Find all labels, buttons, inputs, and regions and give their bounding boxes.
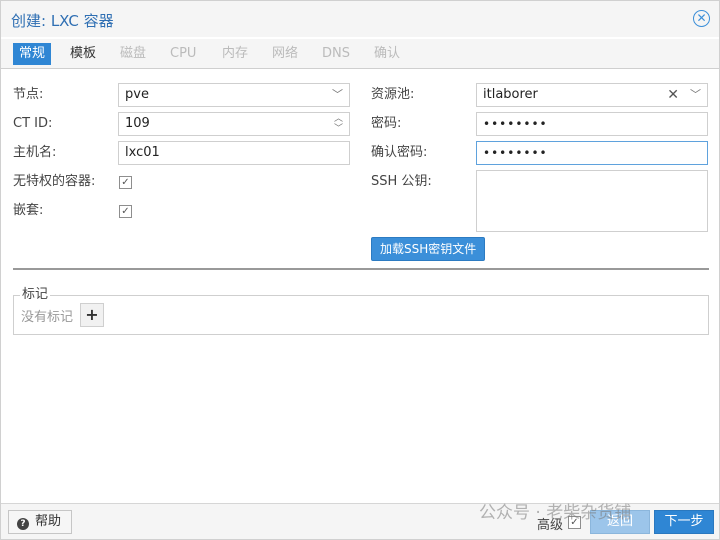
close-icon[interactable]: ✕	[693, 10, 710, 27]
confirm-password-input[interactable]: ••••••••	[476, 141, 708, 165]
pool-select[interactable]: itlaborer ✕ ﹀	[476, 83, 708, 107]
hostname-label: 主机名:	[13, 145, 57, 160]
password-value: ••••••••	[483, 117, 548, 131]
tab-disks[interactable]: 磁盘	[114, 43, 152, 65]
wizard-tabs: 常规 模板 磁盘 CPU 内存 网络 DNS 确认	[1, 39, 719, 69]
dialog-title: 创建: LXC 容器	[11, 12, 114, 30]
nesting-checkbox[interactable]: ✓	[119, 205, 132, 218]
tab-memory[interactable]: 内存	[216, 43, 254, 65]
help-label: 帮助	[35, 514, 62, 529]
pool-value: itlaborer	[483, 87, 538, 102]
node-value: pve	[125, 87, 149, 102]
pool-label: 资源池:	[371, 87, 415, 102]
confirm-password-label: 确认密码:	[371, 145, 428, 160]
node-label: 节点:	[13, 87, 44, 102]
create-lxc-dialog: 创建: LXC 容器 ✕ 常规 模板 磁盘 CPU 内存 网络 DNS 确认 节…	[0, 0, 720, 540]
nesting-label: 嵌套:	[13, 203, 44, 218]
help-button[interactable]: ? 帮助	[8, 510, 73, 534]
password-label: 密码:	[371, 116, 402, 131]
confirm-password-value: ••••••••	[483, 146, 548, 160]
tab-dns[interactable]: DNS	[316, 43, 356, 65]
plus-icon: +	[85, 305, 99, 324]
title-bar: 创建: LXC 容器 ✕	[1, 1, 719, 37]
password-input[interactable]: ••••••••	[476, 112, 708, 136]
ctid-label: CT ID:	[13, 116, 53, 131]
tags-legend: 标记	[20, 287, 51, 303]
chevron-down-icon[interactable]: ﹀	[690, 84, 701, 106]
tab-template[interactable]: 模板	[64, 43, 102, 65]
unprivileged-checkbox[interactable]: ✓	[119, 176, 132, 189]
question-circle-icon: ?	[17, 518, 29, 530]
unprivileged-label: 无特权的容器:	[13, 174, 96, 189]
node-select[interactable]: pve ﹀	[118, 83, 350, 107]
tab-network[interactable]: 网络	[266, 43, 304, 65]
ctid-spinner[interactable]: 109 ︿ ﹀	[118, 112, 350, 136]
tags-fieldset: 标记 没有标记 +	[13, 287, 709, 335]
tab-general[interactable]: 常规	[13, 43, 52, 65]
tab-cpu[interactable]: CPU	[164, 43, 202, 65]
ssh-key-textarea[interactable]	[476, 170, 708, 232]
chevron-down-icon[interactable]: ﹀	[332, 84, 343, 106]
general-form: 节点: pve ﹀ CT ID: 109 ︿ ﹀ 主机名: lxc01 无特权的容…	[1, 73, 719, 503]
tab-confirm[interactable]: 确认	[368, 43, 406, 65]
spinner-arrows-icon[interactable]: ︿ ﹀	[334, 114, 343, 134]
clear-icon[interactable]: ✕	[667, 84, 679, 106]
no-tags-text: 没有标记	[21, 310, 74, 325]
ctid-value: 109	[125, 116, 150, 131]
hostname-input[interactable]: lxc01	[118, 141, 350, 165]
add-tag-button[interactable]: +	[80, 303, 104, 327]
watermark-text: 公众号 · 老柴杂货铺	[479, 503, 632, 523]
section-divider	[13, 268, 709, 270]
hostname-value: lxc01	[125, 145, 160, 160]
next-button[interactable]: 下一步	[654, 510, 714, 534]
ssh-key-label: SSH 公钥:	[371, 174, 432, 189]
load-ssh-key-button[interactable]: 加载SSH密钥文件	[371, 237, 486, 261]
